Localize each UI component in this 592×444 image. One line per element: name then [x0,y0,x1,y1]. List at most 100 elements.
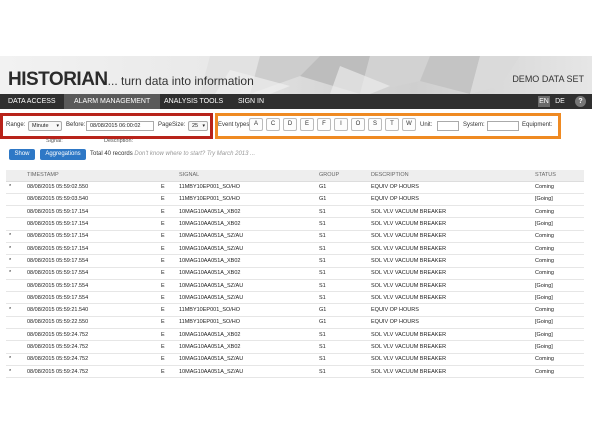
cell-description: SOL VLV VACUUM BREAKER [368,353,532,366]
hint-link[interactable]: Don't know where to start? Try March 201… [134,151,255,157]
cell-group: S1 [316,217,368,231]
range-select[interactable]: Minute ▾ [28,121,62,131]
event-type-e-button[interactable]: E [300,118,314,131]
tab-analysis-tools[interactable]: ANALYSIS TOOLS [164,94,223,109]
column-header-marker[interactable] [6,170,24,182]
cell-marker: * [6,353,24,366]
app-title: HISTORIAN... turn data into information [8,69,254,91]
cell-description: SOL VLV VACUUM BREAKER [368,365,532,379]
unit-field[interactable] [437,121,459,131]
cell-status: Coming [532,353,584,366]
table-row[interactable]: 08/08/2015 05:59:24.752 E 10MAG10AA051A_XB… [6,328,584,342]
cell-type: E [158,242,176,256]
cell-marker [6,291,24,305]
cell-timestamp: 08/08/2015 05:59:17.154 [24,217,158,231]
event-type-o-button[interactable]: O [351,118,365,131]
table-row[interactable]: * 08/08/2015 05:59:24.752 E 10MAG10AA051A_S… [6,353,584,366]
cell-type: E [158,205,176,219]
system-field[interactable] [487,121,519,131]
chevron-down-icon: ▾ [202,123,205,129]
column-header-status[interactable]: STATUS [532,170,584,182]
table-row[interactable]: * 08/08/2015 05:59:17.154 E 10MAG10AA051A_S… [6,230,584,243]
column-header-type[interactable] [158,170,176,182]
cell-timestamp: 08/08/2015 05:59:17.554 [24,254,158,268]
cell-signal: 10MAG10AA051A_SZ/AU [176,279,316,293]
cell-group: S1 [316,353,368,366]
table-row[interactable]: * 08/08/2015 05:59:24.752 E 10MAG10AA051A_S… [6,365,584,379]
cell-description: SOL VLV VACUUM BREAKER [368,291,532,305]
table-row[interactable]: * 08/08/2015 05:59:17.554 E 10MAG10AA051A_X… [6,254,584,268]
equipment-label: Equipment: [522,122,553,128]
cell-type: E [158,267,176,280]
table-row[interactable]: 08/08/2015 05:59:24.752 E 10MAG10AA051A_XB… [6,340,584,354]
table-row[interactable]: * 08/08/2015 05:59:17.154 E 10MAG10AA051A_S… [6,242,584,256]
records-summary: Total 40 records Don't know where to sta… [90,151,255,157]
cell-marker: * [6,242,24,256]
records-count: Total 40 records [90,151,133,157]
cell-description: SOL VLV VACUUM BREAKER [368,267,532,280]
cell-type: E [158,340,176,354]
table-row[interactable]: * 08/08/2015 05:59:17.554 E 10MAG10AA051A_X… [6,267,584,280]
table-row[interactable]: 08/08/2015 05:59:17.554 E 10MAG10AA051A_SZ… [6,291,584,305]
cell-signal: 11MBY10EP001_SO/HO [176,316,316,330]
main-nav: DATA ACCESS ALARM MANAGEMENT ANALYSIS TO… [0,94,592,109]
column-header-timestamp[interactable]: TIMESTAMP [24,170,158,182]
table-row[interactable]: * 08/08/2015 05:59:02.550 E 11MBY10EP001_SO… [6,181,584,194]
event-type-w-button[interactable]: W [402,118,416,131]
aggregations-button[interactable]: Aggregations [40,149,86,160]
cell-timestamp: 08/08/2015 05:59:17.554 [24,279,158,293]
cell-group: S1 [316,328,368,342]
event-type-i-button[interactable]: I [334,118,348,131]
cell-signal: 10MAG10AA051A_SZ/AU [176,242,316,256]
tab-alarm-management[interactable]: ALARM MANAGEMENT [64,94,161,109]
cell-type: E [158,217,176,231]
table-row[interactable]: 08/08/2015 05:59:17.554 E 10MAG10AA051A_SZ… [6,279,584,293]
cell-status: [Going] [532,340,584,354]
column-header-group[interactable]: GROUP [316,170,368,182]
cell-marker [6,205,24,219]
table-row[interactable]: 08/08/2015 05:59:17.154 E 10MAG10AA051A_XB… [6,205,584,219]
language-de[interactable]: DE [554,96,566,107]
column-header-description[interactable]: DESCRIPTION [368,170,532,182]
app-header: HISTORIAN... turn data into information … [0,56,592,94]
cell-signal: 11MBY10EP001_SO/HO [176,193,316,207]
event-type-a-button[interactable]: A [249,118,263,131]
language-en[interactable]: EN [538,96,550,107]
before-datetime-field[interactable]: 08/08/2015 06:00:02 [86,121,154,131]
event-type-s-button[interactable]: S [368,118,382,131]
table-row[interactable]: 08/08/2015 05:59:17.154 E 10MAG10AA051A_XB… [6,217,584,231]
app-tagline: ... turn data into information [107,74,254,88]
cell-description: EQUIV OP HOURS [368,303,532,317]
cell-signal: 10MAG10AA051A_XB02 [176,254,316,268]
column-header-signal[interactable]: SIGNAL [176,170,316,182]
cell-description: SOL VLV VACUUM BREAKER [368,242,532,256]
cell-timestamp: 08/08/2015 05:59:17.154 [24,230,158,243]
cell-description: EQUIV OP HOURS [368,193,532,207]
event-type-t-button[interactable]: T [385,118,399,131]
table-row[interactable]: 08/08/2015 05:59:22.550 E 11MBY10EP001_SO/… [6,316,584,330]
event-type-c-button[interactable]: C [266,118,280,131]
cell-group: S1 [316,267,368,280]
table-row[interactable]: 08/08/2015 05:59:03.540 E 11MBY10EP001_SO/… [6,193,584,207]
range-label: Range: [6,122,26,128]
event-type-d-button[interactable]: D [283,118,297,131]
cell-group: S1 [316,242,368,256]
cell-signal: 10MAG10AA051A_SZ/AU [176,291,316,305]
alarm-table: TIMESTAMP SIGNAL GROUP DESCRIPTION STATU… [6,170,584,379]
tab-data-access[interactable]: DATA ACCESS [8,94,56,109]
help-icon[interactable]: ? [575,96,586,107]
show-button[interactable]: Show [9,149,35,160]
cell-marker [6,217,24,231]
cell-status: [Going] [532,193,584,207]
cell-type: E [158,316,176,330]
cell-signal: 10MAG10AA051A_XB02 [176,328,316,342]
cell-marker: * [6,254,24,268]
event-type-f-button[interactable]: F [317,118,331,131]
cell-timestamp: 08/08/2015 05:59:24.752 [24,340,158,354]
table-row[interactable]: * 08/08/2015 05:59:21.540 E 11MBY10EP001_SO… [6,303,584,317]
cell-group: G1 [316,181,368,194]
cell-timestamp: 08/08/2015 05:59:24.752 [24,328,158,342]
pagesize-select[interactable]: 25 ▾ [188,121,208,131]
tab-sign-in[interactable]: SIGN IN [238,94,264,109]
cell-marker: * [6,267,24,280]
